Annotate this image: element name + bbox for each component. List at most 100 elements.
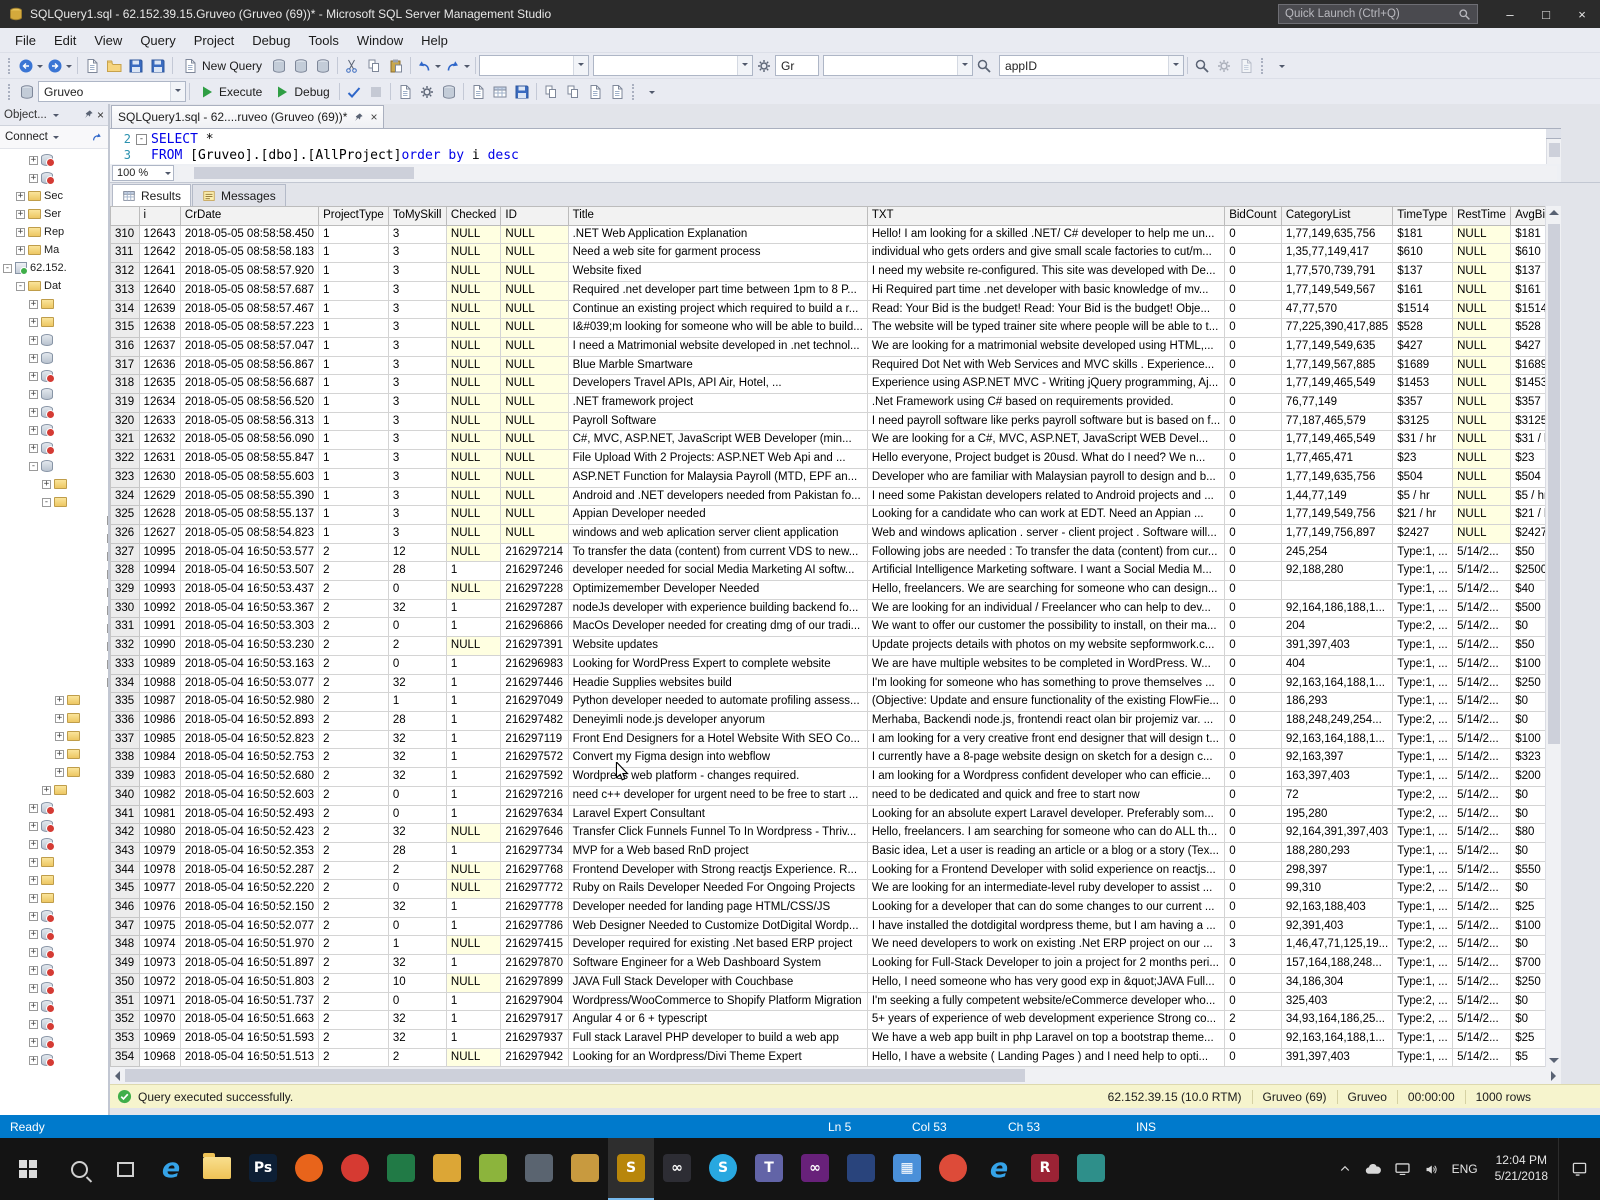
grid-cell[interactable]: Type:1, ... (1392, 1047, 1454, 1068)
grid-cell[interactable]: 216297446 (500, 673, 569, 694)
scroll-down-icon[interactable] (1549, 1058, 1559, 1063)
tree-item[interactable]: + (0, 295, 108, 313)
grid-cell[interactable]: 1 (445, 710, 502, 731)
tree-item[interactable]: + (0, 943, 108, 961)
grid-cell[interactable]: Hello! I am looking for a skilled .NET/ … (866, 224, 1226, 245)
grid-cell[interactable]: 1,77,149,635,756 (1280, 467, 1394, 488)
grid-cell[interactable]: 2 (318, 767, 389, 787)
chevron-down-icon[interactable] (170, 82, 185, 101)
grid-cell[interactable]: 10971 (138, 991, 181, 1012)
grid-cell[interactable]: 2 (318, 1010, 389, 1030)
grid-cell[interactable]: 5/14/2... (1452, 617, 1512, 638)
minimize-button[interactable]: – (1492, 0, 1528, 28)
query-options-button[interactable] (416, 81, 438, 103)
grid-cell[interactable]: 2 (318, 804, 389, 825)
grid-cell[interactable]: 2018-05-04 16:50:53.230 (179, 636, 320, 656)
grid-cell[interactable]: 32 (387, 1028, 447, 1049)
collapse-icon[interactable]: - (16, 281, 25, 291)
grid-cell[interactable]: 10974 (138, 935, 181, 956)
grid-cell[interactable]: 10976 (138, 898, 181, 918)
grid-cell[interactable]: NULL (500, 299, 569, 320)
expand-icon[interactable]: + (29, 1019, 38, 1029)
row-header[interactable]: 338 (110, 748, 140, 769)
menu-query[interactable]: Query (131, 28, 184, 52)
grid-cell[interactable]: 5/14/2... (1452, 954, 1512, 974)
tree-item-ser[interactable]: + Ser (0, 205, 108, 223)
grid-cell[interactable]: 92,163,188,403 (1280, 898, 1394, 918)
grid-cell[interactable]: Developer required for existing .Net bas… (567, 935, 868, 956)
tree-item[interactable]: + (0, 583, 108, 601)
grid-cell[interactable]: Looking for a Frontend Developer with so… (866, 860, 1226, 881)
menu-window[interactable]: Window (348, 28, 412, 52)
tree-item[interactable]: + (0, 475, 108, 493)
grid-cell[interactable]: 12633 (138, 411, 181, 432)
grid-cell[interactable]: 2018-05-04 16:50:53.577 (179, 542, 320, 563)
taskbar-icon-skype[interactable]: S (700, 1138, 746, 1200)
intellisense-button[interactable] (438, 81, 460, 103)
grid-cell[interactable]: 216297246 (500, 561, 569, 582)
grid-cell[interactable]: 77,225,390,417,885 (1280, 318, 1394, 338)
grid-cell[interactable]: 2 (318, 580, 389, 600)
grid-cell[interactable]: 1 (445, 954, 502, 974)
grid-cell[interactable]: 1 (445, 561, 502, 582)
panel-close-icon[interactable]: × (97, 108, 104, 122)
grid-cell[interactable]: 298,397 (1280, 860, 1394, 881)
row-header[interactable]: 316 (110, 336, 140, 357)
grid-cell[interactable]: Type:1, ... (1392, 954, 1454, 974)
tree-item[interactable]: + (0, 691, 108, 709)
grid-cell[interactable]: 216297870 (500, 954, 569, 974)
grid-cell[interactable]: 2 (318, 654, 389, 675)
parse-button[interactable] (343, 81, 365, 103)
grid-cell[interactable]: 216297572 (500, 748, 569, 769)
grid-cell[interactable]: $23 (1392, 449, 1454, 469)
grid-cell[interactable]: 0 (387, 580, 447, 600)
grid-cell[interactable]: 10972 (138, 972, 181, 993)
grid-cell[interactable]: 3 (387, 280, 447, 301)
grid-cell[interactable]: 2018-05-05 08:58:55.603 (179, 467, 320, 488)
grid-cell[interactable]: 0 (1224, 636, 1282, 656)
grid-cell[interactable]: Type:2, ... (1392, 1010, 1454, 1030)
grid-cell[interactable]: 10980 (138, 823, 181, 843)
grid-cell[interactable]: 2 (318, 748, 389, 769)
grid-cell[interactable]: NULL (500, 374, 569, 395)
grid-cell[interactable]: Type:1, ... (1392, 767, 1454, 787)
grid-cell[interactable]: Laravel Expert Consultant (567, 804, 868, 825)
grid-cell[interactable]: 1 (318, 243, 389, 264)
grid-cell[interactable]: Type:2, ... (1392, 935, 1454, 956)
grid-cell[interactable]: NULL (1452, 318, 1512, 338)
grid-cell[interactable]: Ruby on Rails Developer Needed For Ongoi… (567, 879, 868, 900)
connect-button[interactable]: Connect (5, 131, 48, 143)
grid-cell[interactable]: 0 (1224, 879, 1282, 900)
tree-item[interactable]: + (0, 817, 108, 835)
grid-cell[interactable]: 32 (387, 729, 447, 750)
expand-icon[interactable]: + (29, 1001, 38, 1011)
grid-cell[interactable]: $1514 (1392, 299, 1454, 320)
grid-cell[interactable]: 10995 (138, 542, 181, 563)
tree-item[interactable]: + (0, 727, 108, 745)
grid-cell[interactable]: 216297899 (500, 972, 569, 993)
grid-cell[interactable]: Looking for Full-Stack Developer to join… (866, 954, 1226, 974)
row-header[interactable]: 335 (110, 692, 140, 712)
grid-cell[interactable]: Frontend Developer with Strong reactjs E… (567, 860, 868, 881)
grid-cell[interactable]: $528 (1392, 318, 1454, 338)
grid-cell[interactable]: 2018-05-05 08:58:56.867 (179, 355, 320, 376)
grid-cell[interactable]: 0 (1224, 804, 1282, 825)
tree-item[interactable]: + (0, 925, 108, 943)
grid-cell[interactable]: 3 (387, 355, 447, 376)
grid-cell[interactable]: 2018-05-04 16:50:52.823 (179, 729, 320, 750)
grid-cell[interactable]: 5/14/2... (1452, 1047, 1512, 1068)
grid-cell[interactable]: 12642 (138, 243, 181, 264)
row-header[interactable]: 326 (110, 523, 140, 544)
grid-cell[interactable]: Type:1, ... (1392, 598, 1454, 619)
grid-cell[interactable]: 10982 (138, 785, 181, 806)
tree-item[interactable]: + (0, 367, 108, 385)
grid-cell[interactable]: 1 (387, 935, 447, 956)
grid-cell[interactable]: 99,310 (1280, 879, 1394, 900)
grid-cell[interactable]: 2018-05-04 16:50:53.437 (179, 580, 320, 600)
expand-icon[interactable]: + (107, 533, 108, 543)
row-header[interactable]: 312 (110, 262, 140, 282)
grid-cell[interactable]: 34,93,164,186,25... (1280, 1010, 1394, 1030)
grid-cell[interactable]: 0 (1224, 673, 1282, 694)
grid-cell[interactable]: We are have multiple websites to be comp… (866, 654, 1226, 675)
grid-cell[interactable]: 2018-05-05 08:58:56.313 (179, 411, 320, 432)
